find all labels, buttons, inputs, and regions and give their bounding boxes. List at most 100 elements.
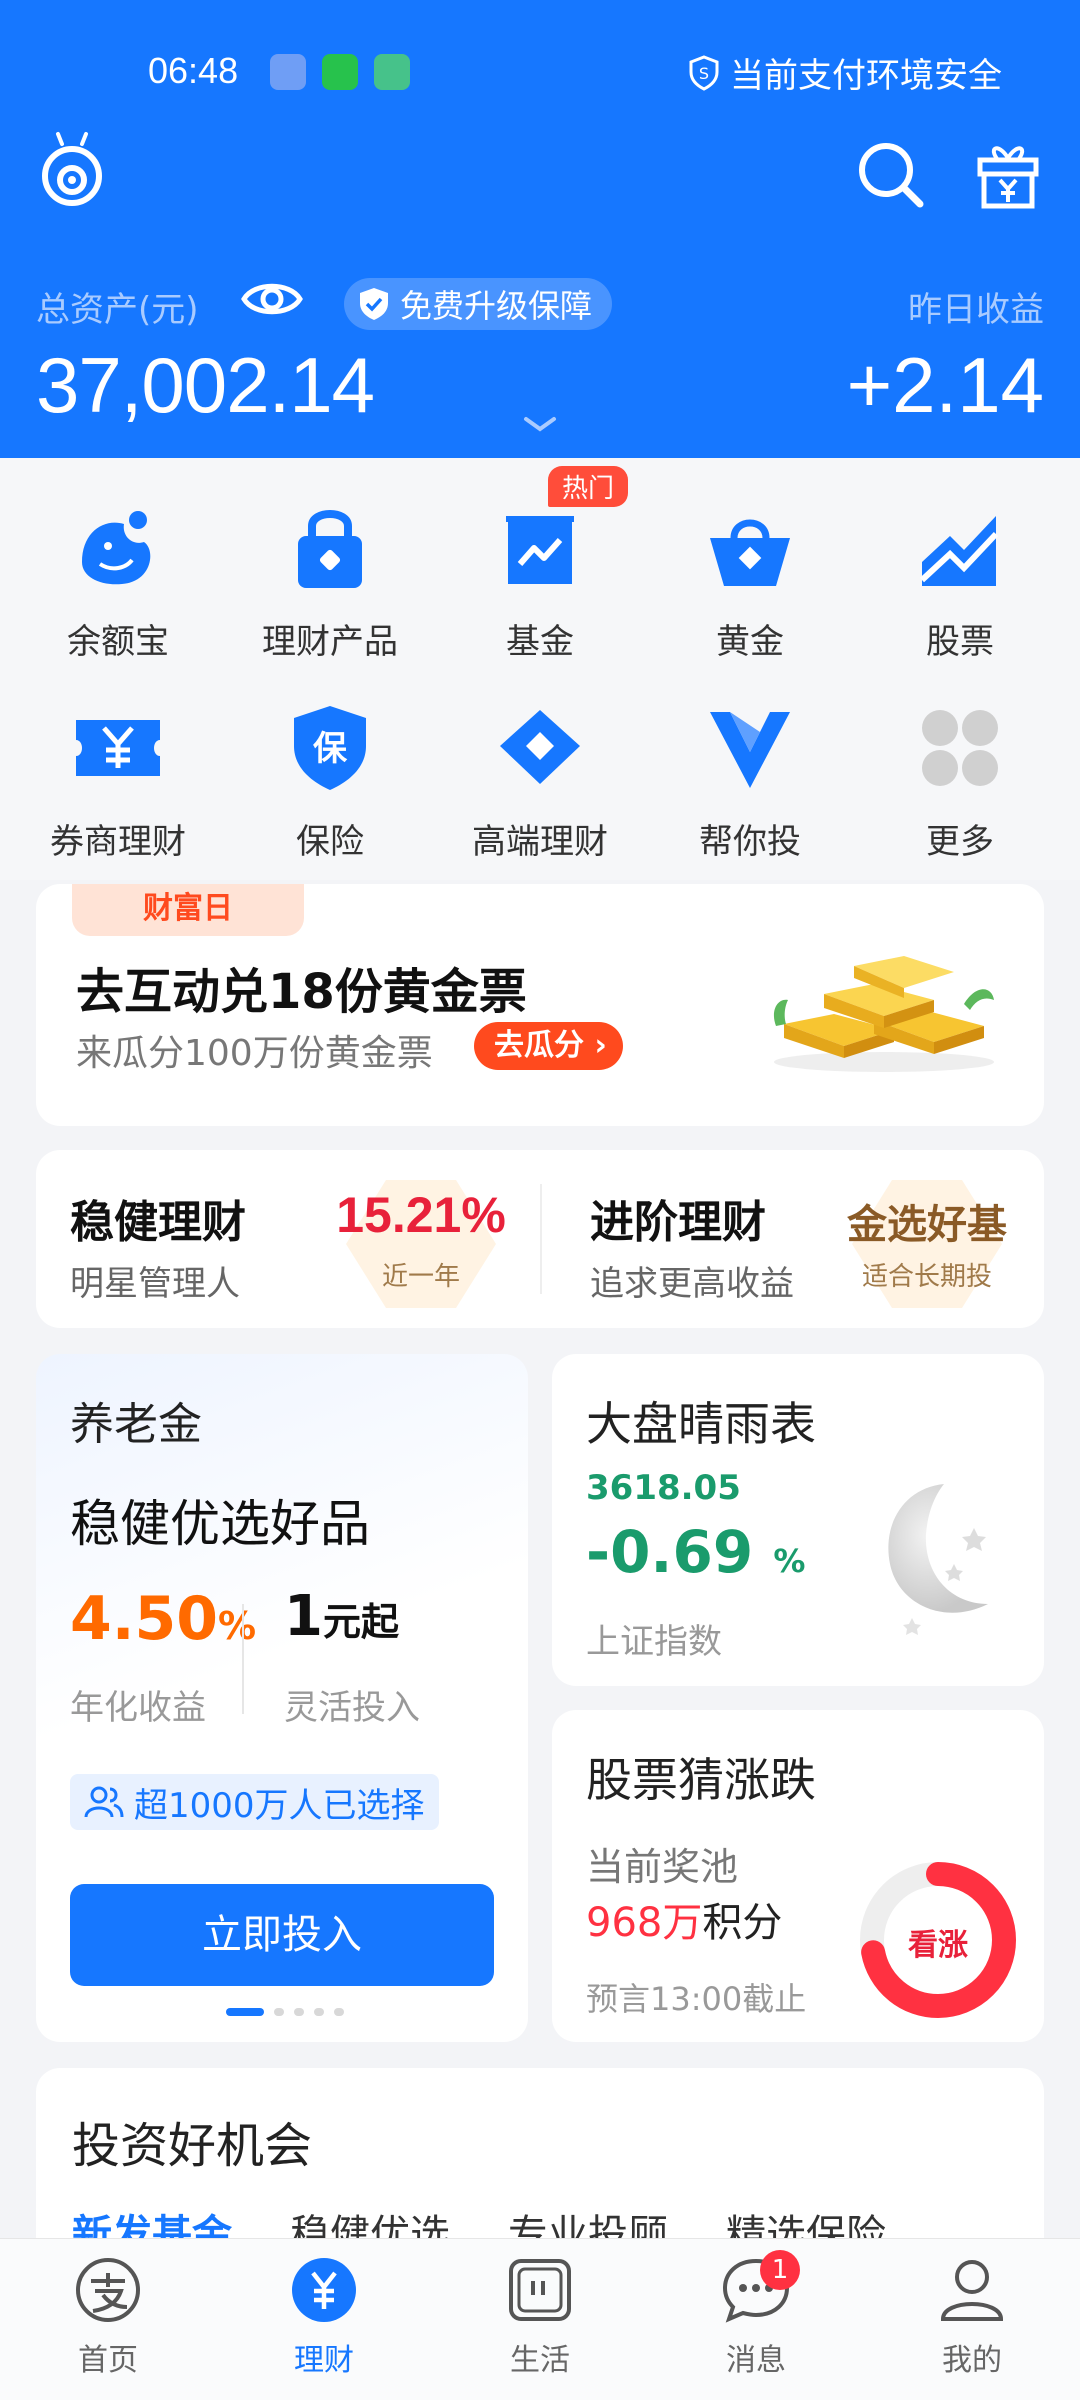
shield-check-icon [360,288,388,320]
carousel-dot [274,2008,284,2016]
opportunities-title: 投资好机会 [72,2118,313,2174]
stock-guess-card[interactable]: 股票猜涨跌 当前奖池 968万积分 预言13:00截止 看涨 [552,1710,1044,2042]
pension-card[interactable]: 养老金 稳健优选好品 4.50% 1元起 年化收益 灵活投入 超1000万人已选… [36,1354,528,2042]
grid-item-wealth-products[interactable]: 理财产品 [222,502,438,702]
lock-bag-icon [298,510,362,588]
carousel-indicator [226,2008,344,2016]
pension-min-unit: 元起 [322,1600,399,1644]
yen-ticket-icon [76,720,160,776]
market-barometer-card[interactable]: 大盘晴雨表 3618.05 -0.69 % 上证指数 [552,1354,1044,1686]
gift-yen-icon[interactable] [976,140,1040,210]
grid-item-fund[interactable]: 基金 [432,502,648,702]
payment-safety: S 当前支付环境安全 [688,48,1002,97]
grid-item-label: 券商理财 [50,822,186,862]
tab-messages[interactable]: 消息 [648,2255,864,2379]
total-assets-value: 37,002.14 [36,341,375,429]
svg-text:保: 保 [313,729,348,769]
wechat-notification-icon [322,54,358,90]
tab-me[interactable]: 我的 [864,2255,1080,2379]
header: 06:48 S 当前支付环境安全 总资产(元) 免费升级保障 昨日收益 37,0… [0,0,1080,458]
steady-finance-badge: 15.21% 近一年 [326,1174,516,1314]
grid-item-label: 高端理财 [472,822,608,862]
grid-item-premium-wealth[interactable]: 高端理财 [432,702,648,902]
tab-label: 理财 [294,2343,354,2378]
upgrade-protection-button[interactable]: 免费升级保障 [344,278,613,330]
grid-item-label: 帮你投 [699,822,801,862]
tab-life[interactable]: 生活 [432,2255,648,2379]
shield-icon: S [689,54,719,91]
grid-item-label: 股票 [926,622,994,662]
advanced-finance-value-label: 适合长期投 [861,1262,992,1292]
carousel-dot [334,2008,344,2016]
svg-text:S: S [699,64,709,83]
pension-rate: 4.50% [70,1584,256,1654]
upgrade-label: 免费升级保障 [400,287,593,325]
grid-item-broker[interactable]: 券商理财 [10,702,226,902]
index-change: -0.69 % [586,1518,805,1586]
chevron-down-icon[interactable] [522,414,558,434]
pension-rate-unit: % [218,1604,257,1648]
promo-title: 去互动兑18份黄金票 [76,964,527,1020]
grid-item-label: 保险 [296,822,364,862]
bottom-tab-bar: 首页 理财 生活 消息 我的 [0,2238,1080,2400]
invest-now-button[interactable]: 立即投入 [70,1884,494,1986]
more-grid-icon [922,710,998,786]
rise-prediction-ring[interactable]: 看涨 [856,1858,1020,2022]
pension-rate-label: 年化收益 [70,1688,206,1728]
grid-item-label: 余额宝 [67,622,169,662]
grid-item-yuebao[interactable]: 余额宝 [10,502,226,702]
prize-pool-unit: 积分 [702,1900,783,1946]
advanced-finance-badge: 金选好基 适合长期投 [832,1174,1022,1314]
grid-item-label: 基金 [506,622,574,662]
steady-finance-title: 稳健理财 [70,1197,246,1248]
prize-pool-points: 968万积分 [586,1890,782,1948]
carousel-dot [314,2008,324,2016]
tab-home[interactable]: 首页 [0,2255,216,2379]
tab-wealth[interactable]: 理财 [216,2255,432,2379]
stock-trend-icon [919,516,999,586]
status-time: 06:48 [148,50,239,91]
pension-headline: 稳健优选好品 [70,1495,370,1553]
join-split-button[interactable]: 去瓜分 › [474,1022,623,1070]
diamond-icon [500,710,580,784]
app-notification-icon [270,54,306,90]
fund-chart-icon [506,516,574,584]
pension-title: 养老金 [70,1399,202,1450]
prize-pool-amount: 968万 [586,1900,703,1946]
index-change-value: -0.69 [586,1518,754,1586]
promo-subtitle: 来瓜分100万份黄金票 [76,1033,433,1074]
divider [242,1604,244,1714]
message-count-badge: 1 [760,2250,800,2290]
grid-item-more[interactable]: 更多 [852,702,1068,902]
tab-label: 生活 [510,2343,570,2378]
grid-item-gold[interactable]: 黄金 [642,502,858,702]
yen-circle-icon [292,2258,356,2322]
yesterday-income-value: +2.14 [846,341,1044,429]
upload-notification-icon [374,54,410,90]
carousel-dot [226,2008,264,2016]
yuebao-icon [82,511,151,585]
users-chosen-badge: 超1000万人已选择 [70,1774,439,1830]
pension-min-label: 灵活投入 [284,1688,420,1728]
pension-min-value: 1 [284,1584,323,1649]
gold-bag-icon [710,519,790,586]
yesterday-income-label: 昨日收益 [908,290,1044,330]
tab-label: 消息 [726,2343,786,2378]
search-icon[interactable] [856,140,926,210]
index-name: 上证指数 [586,1622,722,1662]
gold-ticket-promo-card[interactable]: 财富日 去互动兑18份黄金票 来瓜分100万份黄金票 去瓜分 › [36,884,1044,1126]
grid-item-help-invest[interactable]: 帮你投 [642,702,858,902]
prediction-deadline: 预言13:00截止 [586,1980,807,2018]
index-value: 3618.05 [586,1468,741,1508]
ant-logo-icon[interactable] [36,130,108,210]
pension-rate-value: 4.50 [70,1584,219,1654]
steady-finance-subtitle: 明星管理人 [70,1264,240,1304]
tab-label: 首页 [78,2343,138,2378]
carousel-dot [294,2008,304,2016]
market-title: 大盘晴雨表 [586,1397,816,1451]
eye-icon[interactable] [240,274,304,324]
hot-badge: 热门 [548,466,629,507]
grid-item-insurance[interactable]: 保 保险 [222,702,438,902]
total-assets-label: 总资产(元) [36,290,199,330]
grid-item-stocks[interactable]: 股票 [852,502,1068,702]
